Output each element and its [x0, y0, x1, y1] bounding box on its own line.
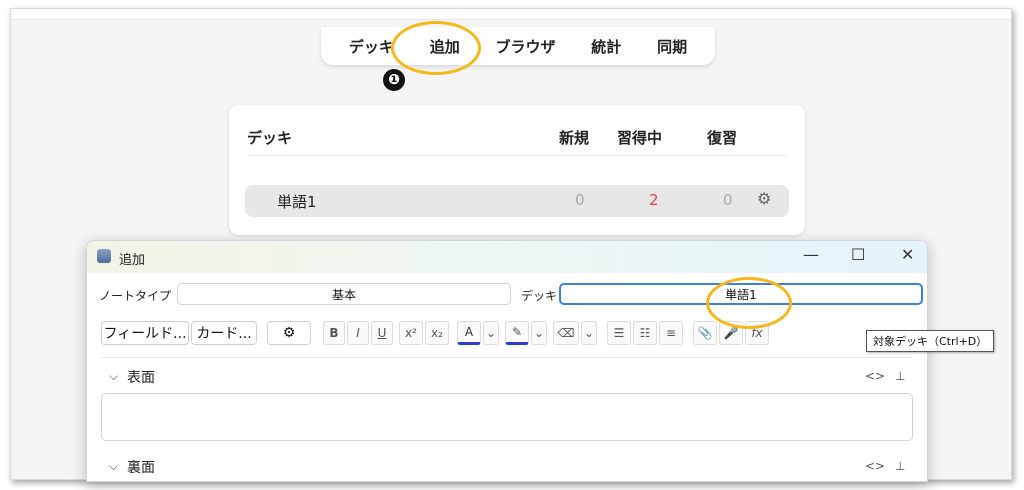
highlight-dropdown[interactable]: ⌄ [531, 321, 547, 345]
header-deck: デッキ [247, 129, 293, 147]
pin-icon[interactable]: ⊥ [895, 459, 905, 473]
highlight-button[interactable]: ✎ [505, 321, 529, 345]
deck-learning-count: 2 [649, 191, 659, 209]
numbered-list-button[interactable]: ☷ [633, 321, 657, 345]
superscript-button[interactable]: x² [399, 321, 423, 345]
header-learning: 習得中 [617, 129, 663, 147]
deck-review-count: 0 [723, 191, 733, 209]
gear-icon: ⚙ [282, 325, 296, 341]
main-toolbar: デッキ 追加 ブラウザ 統計 同期 [321, 27, 715, 65]
front-field-editor[interactable] [101, 393, 913, 441]
subscript-button[interactable]: x₂ [425, 321, 449, 345]
header-review: 復習 [707, 129, 738, 147]
step-badge-1: ❶ [383, 69, 405, 91]
maximize-button[interactable]: ☐ [851, 245, 865, 264]
front-field-label: 表面 [127, 370, 155, 386]
close-button[interactable]: ✕ [901, 245, 914, 264]
deck-list-panel: デッキ 新規 習得中 復習 単語1 0 2 0 ⚙ [229, 105, 805, 235]
collapse-front-icon[interactable]: ⌵ [109, 369, 118, 384]
add-note-window: 追加 — ☐ ✕ ノートタイプ 基本 デッキ 単語1 フィールド... カード.… [86, 240, 928, 482]
settings-button[interactable]: ⚙ [267, 321, 311, 345]
tab-sync[interactable]: 同期 [657, 36, 687, 57]
italic-button[interactable]: I [347, 321, 369, 345]
cards-button[interactable]: カード... [191, 321, 257, 345]
minimize-button[interactable]: — [803, 245, 819, 264]
pin-icon[interactable]: ⊥ [895, 369, 905, 383]
toolbar-separator [101, 357, 913, 358]
eraser-dropdown[interactable]: ⌄ [581, 321, 597, 345]
deck-label: デッキ [521, 289, 558, 303]
underline-button[interactable]: U [371, 321, 393, 345]
fields-button[interactable]: フィールド... [101, 321, 189, 345]
html-editor-icon[interactable]: <> [865, 459, 885, 473]
header-new: 新規 [559, 129, 590, 147]
deck-list-header: デッキ 新規 習得中 復習 [247, 125, 787, 156]
app-icon [97, 249, 111, 263]
window-titlebar: 追加 — ☐ ✕ [87, 241, 927, 273]
highlight-ring-add [391, 21, 481, 75]
deck-new-count: 0 [575, 191, 585, 209]
font-color-dropdown[interactable]: ⌄ [483, 321, 499, 345]
deck-name[interactable]: 単語1 [277, 191, 317, 212]
window-title: 追加 [119, 253, 146, 268]
tab-browse[interactable]: ブラウザ [495, 36, 555, 57]
bullet-list-button[interactable]: ☰ [607, 321, 631, 345]
tab-stats[interactable]: 統計 [591, 36, 621, 57]
align-button[interactable]: ≡ [659, 321, 683, 345]
back-field-label: 裏面 [127, 460, 155, 476]
collapse-back-icon[interactable]: ⌵ [109, 459, 118, 474]
eraser-button[interactable]: ⌫ [553, 321, 579, 345]
font-color-button[interactable]: A [457, 321, 481, 345]
notetype-selector[interactable]: 基本 [177, 283, 511, 305]
notetype-label: ノートタイプ [99, 289, 172, 303]
bold-button[interactable]: B [323, 321, 345, 345]
tab-decks[interactable]: デッキ [349, 36, 394, 57]
html-editor-icon[interactable]: <> [865, 369, 885, 383]
deck-tooltip: 対象デッキ（Ctrl+D） [866, 330, 995, 352]
gear-icon[interactable]: ⚙ [757, 189, 771, 208]
deck-row[interactable]: 単語1 0 2 0 ⚙ [245, 185, 789, 217]
top-edge [11, 9, 1011, 20]
attach-icon[interactable]: 📎 [693, 321, 717, 345]
highlight-ring-deck [706, 277, 792, 329]
